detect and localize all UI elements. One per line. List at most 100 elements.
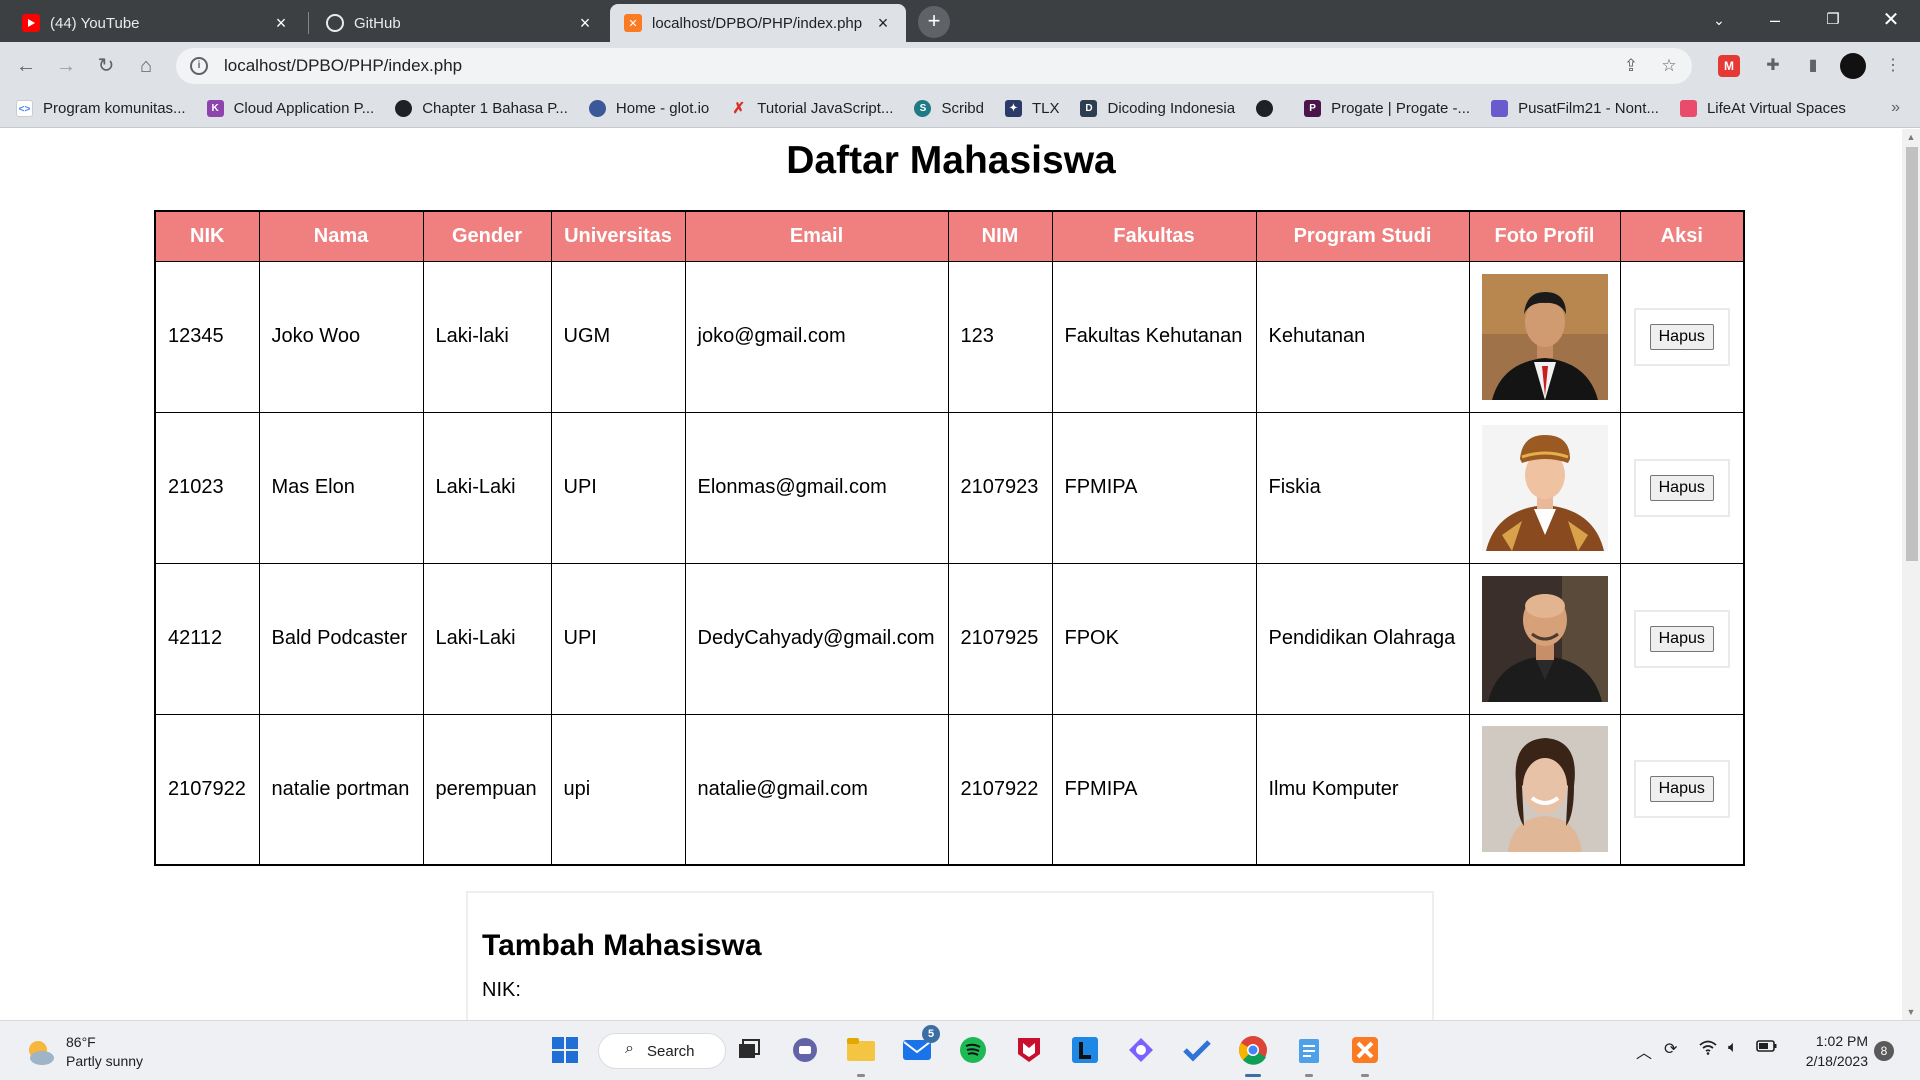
delete-button[interactable]: Hapus <box>1649 474 1714 501</box>
mail-badge: 5 <box>922 1025 940 1043</box>
tray-overflow-icon[interactable]: ︿ <box>1636 1039 1652 1063</box>
back-button[interactable]: ← <box>12 52 40 80</box>
reload-button[interactable]: ↻ <box>92 52 120 80</box>
delete-button[interactable]: Hapus <box>1649 776 1714 803</box>
minimize-button[interactable]: – <box>1746 0 1804 42</box>
windows-start-icon[interactable] <box>546 1031 584 1069</box>
spotify-icon[interactable] <box>954 1031 992 1069</box>
bookmark-item[interactable]: D Dicoding Indonesia <box>1080 100 1235 117</box>
column-header: Foto Profil <box>1468 210 1621 262</box>
bookmark-item[interactable] <box>1256 100 1283 117</box>
scroll-down-arrow-icon[interactable]: ▼ <box>1902 1004 1920 1020</box>
cell-gender: Laki-Laki <box>422 562 552 715</box>
scribd-icon: S <box>914 100 932 117</box>
task-view-icon[interactable] <box>730 1031 768 1069</box>
chrome-icon[interactable] <box>1234 1031 1272 1077</box>
cell-action: Hapus <box>1619 411 1745 564</box>
bookmark-item[interactable]: <> Program komunitas... <box>16 100 186 117</box>
notepad-icon[interactable] <box>1290 1031 1328 1077</box>
cell-email: joko@gmail.com <box>684 260 949 413</box>
close-icon[interactable]: × <box>272 13 290 34</box>
tab-youtube[interactable]: (44) YouTube × <box>8 4 304 42</box>
restore-button[interactable]: ❐ <box>1804 0 1862 42</box>
xampp-icon[interactable] <box>1346 1031 1384 1077</box>
extensions-puzzle-icon[interactable]: ✚ <box>1760 53 1786 79</box>
page-scrollbar[interactable]: ▲ ▼ <box>1902 129 1920 1020</box>
cell-action: Hapus <box>1619 260 1745 413</box>
volume-icon[interactable]: 🔈︎ <box>1728 1039 1738 1057</box>
cell-nama: natalie portman <box>258 713 424 866</box>
share-icon[interactable]: ⇪ <box>1616 56 1646 76</box>
extension-icon[interactable]: M <box>1718 55 1740 77</box>
k-icon: K <box>206 100 224 117</box>
file-explorer-icon[interactable] <box>842 1031 880 1077</box>
delete-form: Hapus <box>1633 307 1730 366</box>
search-icon: ⌕ <box>625 1040 634 1057</box>
cell-nama: Bald Podcaster <box>258 562 424 715</box>
copilot-icon[interactable] <box>1122 1031 1160 1069</box>
cell-nim: 2107922 <box>947 713 1053 866</box>
cell-prodi: Fiskia <box>1255 411 1470 564</box>
code-icon: <> <box>16 100 33 117</box>
battery-icon[interactable] <box>1756 1039 1778 1058</box>
l-app-icon[interactable] <box>1066 1031 1104 1069</box>
mcafee-icon[interactable] <box>1010 1031 1048 1069</box>
close-icon[interactable]: × <box>576 13 594 34</box>
close-window-button[interactable]: ✕ <box>1862 0 1920 42</box>
bookmark-item[interactable]: Home - glot.io <box>588 100 709 117</box>
weather-widget[interactable]: 86°F Partly sunny <box>24 1033 143 1071</box>
cell-fakultas: FPMIPA <box>1051 713 1257 866</box>
page-viewport: Daftar Mahasiswa NIK Nama Gender Univers… <box>0 129 1902 1020</box>
table-row: 21023 Mas Elon Laki-Laki UPI Elonmas@gma… <box>154 411 1745 564</box>
forward-button[interactable]: → <box>52 52 80 80</box>
bookmark-item[interactable]: P Progate | Progate -... <box>1304 100 1470 117</box>
todo-icon[interactable] <box>1178 1031 1216 1069</box>
tab-search-icon[interactable]: ⌄ <box>1690 0 1748 42</box>
address-bar[interactable]: i localhost/DPBO/PHP/index.php ⇪ ☆ <box>176 48 1692 84</box>
column-header: NIK <box>154 210 260 262</box>
delete-form: Hapus <box>1633 458 1730 517</box>
cell-universitas: UPI <box>550 562 686 715</box>
teams-chat-icon[interactable] <box>786 1031 824 1069</box>
tab-localhost[interactable]: ✕ localhost/DPBO/PHP/index.php × <box>610 4 906 42</box>
side-panel-icon[interactable]: ▮ <box>1800 53 1826 79</box>
cell-prodi: Kehutanan <box>1255 260 1470 413</box>
cell-fakultas: FPOK <box>1051 562 1257 715</box>
bookmark-item[interactable]: Chapter 1 Bahasa P... <box>395 100 568 117</box>
system-clock[interactable]: 1:02 PM 2/18/2023 <box>1780 1031 1868 1071</box>
info-icon[interactable]: i <box>190 57 208 75</box>
clock-time: 1:02 PM <box>1815 1033 1868 1049</box>
profile-photo <box>1481 726 1608 853</box>
delete-button[interactable]: Hapus <box>1649 625 1714 652</box>
table-row: 2107922 natalie portman perempuan upi na… <box>154 713 1745 866</box>
menu-kebab-icon[interactable]: ⋮ <box>1880 53 1906 79</box>
globe-icon <box>395 100 413 117</box>
bookmark-item[interactable]: LifeAt Virtual Spaces <box>1679 100 1846 117</box>
bookmark-star-icon[interactable]: ☆ <box>1654 56 1684 76</box>
cell-email: Elonmas@gmail.com <box>684 411 949 564</box>
taskbar-search[interactable]: ⌕ Search <box>598 1033 726 1069</box>
column-header: Fakultas <box>1051 210 1257 262</box>
column-header: Universitas <box>550 210 686 262</box>
wifi-icon[interactable] <box>1698 1039 1718 1060</box>
sync-icon[interactable]: ⟳ <box>1664 1039 1677 1059</box>
bookmarks-overflow-icon[interactable]: » <box>1891 99 1900 117</box>
profile-avatar[interactable] <box>1840 53 1866 79</box>
bookmark-item[interactable]: S Scribd <box>914 100 984 117</box>
tab-github[interactable]: GitHub × <box>312 4 608 42</box>
notification-badge[interactable]: 8 <box>1874 1041 1894 1061</box>
scrollbar-thumb[interactable] <box>1906 147 1918 561</box>
scroll-up-arrow-icon[interactable]: ▲ <box>1902 129 1920 145</box>
bookmark-item[interactable]: ✦ TLX <box>1004 100 1059 117</box>
mail-icon[interactable]: 5 <box>898 1025 940 1069</box>
address-url[interactable]: localhost/DPBO/PHP/index.php <box>224 56 1616 76</box>
home-button[interactable]: ⌂ <box>132 52 160 80</box>
new-tab-button[interactable]: + <box>918 6 950 38</box>
bookmark-item[interactable]: PusatFilm21 - Nont... <box>1491 100 1659 117</box>
cell-photo <box>1468 713 1621 866</box>
bookmark-item[interactable]: ✗ Tutorial JavaScript... <box>730 100 893 117</box>
bookmark-item[interactable]: K Cloud Application P... <box>206 100 374 117</box>
close-icon[interactable]: × <box>874 13 892 34</box>
delete-button[interactable]: Hapus <box>1649 323 1714 350</box>
browser-tab-strip: (44) YouTube × GitHub × ✕ localhost/DPBO… <box>0 0 1920 42</box>
